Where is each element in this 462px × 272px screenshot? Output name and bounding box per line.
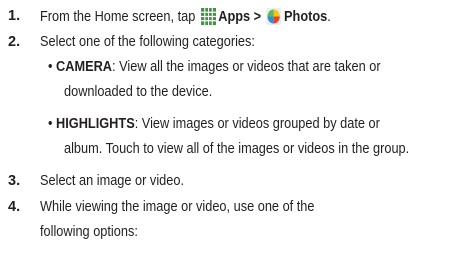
step-2-text: Select one of the following categories:	[40, 34, 255, 50]
step-1-end: .	[327, 9, 331, 25]
camera-description: : View all the images or videos that are…	[112, 59, 381, 75]
bullet-symbol: •	[48, 59, 53, 75]
photos-pinwheel-icon	[266, 8, 282, 25]
step-3-number: 3.	[8, 173, 21, 189]
step-4-text-continued: following options:	[40, 224, 138, 240]
apps-grid-icon	[200, 8, 216, 25]
apps-label: Apps >	[218, 9, 262, 25]
photos-label: Photos	[284, 9, 328, 25]
bullet-highlights: • HIGHLIGHTS: View images or videos grou…	[48, 116, 380, 133]
camera-description-continued: downloaded to the device.	[64, 84, 213, 100]
step-3-text: Select an image or video.	[40, 173, 184, 189]
camera-term: CAMERA	[56, 59, 113, 75]
highlights-description-continued: album. Touch to view all of the images o…	[64, 141, 410, 157]
highlights-description: : View images or videos grouped by date …	[134, 116, 380, 132]
step-4-text: While viewing the image or video, use on…	[40, 199, 315, 215]
step-2-number: 2.	[8, 34, 21, 50]
step-1-number: 1.	[8, 8, 21, 24]
step-1-text: From the Home screen, tap Apps > Photos.	[40, 8, 331, 26]
step-1-prefix: From the Home screen, tap	[40, 9, 196, 25]
highlights-term: HIGHLIGHTS	[56, 116, 135, 132]
bullet-symbol: •	[48, 116, 53, 132]
bullet-camera: • CAMERA: View all the images or videos …	[48, 59, 381, 76]
step-4-number: 4.	[8, 199, 21, 215]
